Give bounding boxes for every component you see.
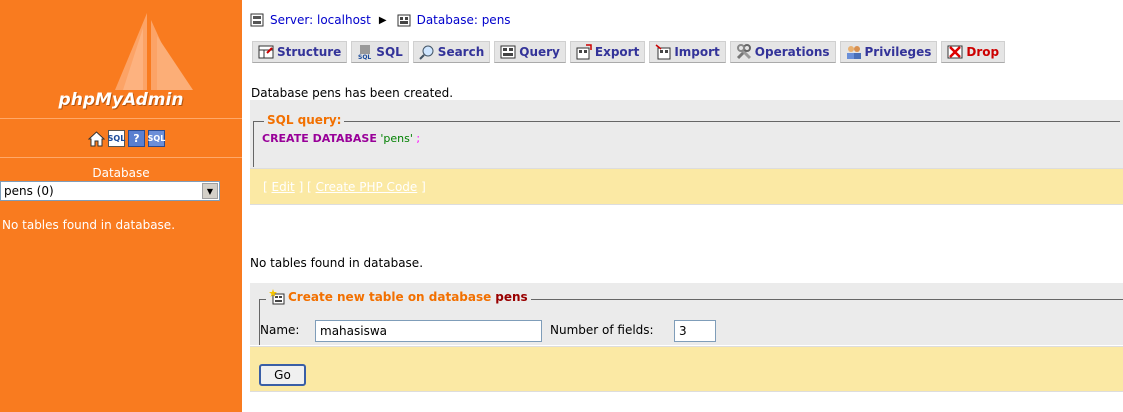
sql-action-links: [ Edit ] [ Create PHP Code ] bbox=[263, 180, 426, 194]
edit-link[interactable]: Edit bbox=[272, 180, 295, 194]
database-select-value: pens (0) bbox=[4, 184, 54, 198]
database-label: Database bbox=[92, 166, 150, 180]
divider bbox=[0, 157, 242, 158]
sql-window-icon[interactable]: SQL bbox=[148, 130, 165, 147]
tab-sql[interactable]: SQL SQL bbox=[351, 41, 409, 63]
tab-query[interactable]: Query bbox=[494, 41, 566, 63]
tab-label: Query bbox=[519, 45, 560, 59]
chevron-down-icon[interactable]: ▼ bbox=[202, 183, 218, 199]
create-php-code-link[interactable]: Create PHP Code bbox=[316, 180, 418, 194]
sql-terminator: ; bbox=[416, 132, 421, 145]
navigation-frame: phpMyAdmin SQL ? SQL Database pens (0) ▼… bbox=[0, 0, 242, 412]
database-select[interactable]: pens (0) ▼ bbox=[0, 181, 220, 201]
fieldset-border bbox=[253, 121, 1120, 122]
logo-text: phpMyAdmin bbox=[58, 90, 184, 110]
logo[interactable]: phpMyAdmin bbox=[0, 0, 242, 118]
breadcrumb-separator-icon: ▶ bbox=[378, 14, 387, 26]
operations-icon bbox=[736, 44, 751, 60]
svg-text:SQL: SQL bbox=[358, 54, 371, 60]
sql-keyword: CREATE DATABASE bbox=[262, 132, 377, 145]
tab-privileges[interactable]: Privileges bbox=[839, 41, 938, 63]
tab-label: Privileges bbox=[864, 45, 932, 59]
sql-icon[interactable]: SQL bbox=[108, 130, 125, 147]
tab-operations[interactable]: Operations bbox=[729, 41, 836, 63]
form-actions-bar: Go bbox=[250, 346, 1123, 392]
tab-import[interactable]: Import bbox=[649, 41, 726, 63]
tab-label: Search bbox=[437, 45, 485, 59]
tab-structure[interactable]: Structure bbox=[252, 41, 348, 63]
help-icon[interactable]: ? bbox=[128, 130, 145, 147]
breadcrumb-database[interactable]: Database: pens bbox=[417, 13, 511, 27]
sidebar-message: No tables found in database. bbox=[2, 218, 176, 232]
search-icon bbox=[419, 45, 434, 60]
server-icon bbox=[250, 13, 264, 27]
drop-icon bbox=[947, 45, 963, 59]
breadcrumb-server[interactable]: Server: localhost bbox=[270, 13, 371, 27]
quick-links: SQL ? SQL bbox=[88, 130, 165, 147]
tab-drop[interactable]: Drop bbox=[941, 41, 1006, 63]
table-name-label: Name: bbox=[260, 323, 300, 337]
fieldset-border bbox=[259, 299, 260, 345]
tab-label: Structure bbox=[277, 45, 342, 59]
divider bbox=[0, 118, 242, 119]
sql-actions-bar: [ Edit ] [ Create PHP Code ] bbox=[250, 168, 1123, 205]
export-icon bbox=[576, 44, 592, 60]
sql-query-legend: SQL query: bbox=[264, 113, 345, 127]
number-of-fields-label: Number of fields: bbox=[550, 323, 654, 337]
tab-label: Drop bbox=[966, 45, 1000, 59]
no-tables-message: No tables found in database. bbox=[250, 256, 424, 270]
home-icon[interactable] bbox=[88, 130, 105, 147]
create-table-legend: Create new table on database pens bbox=[266, 289, 531, 305]
number-of-fields-input[interactable] bbox=[674, 320, 716, 342]
tab-label: Operations bbox=[754, 45, 830, 59]
import-icon bbox=[655, 44, 671, 60]
tab-search[interactable]: Search bbox=[412, 41, 491, 63]
breadcrumb: Server: localhost ▶ Database: pens bbox=[250, 13, 511, 27]
sql-query-text: CREATE DATABASE 'pens' ; bbox=[262, 132, 420, 145]
tab-label: Import bbox=[674, 45, 720, 59]
database-icon bbox=[397, 14, 411, 27]
tab-label: Export bbox=[594, 45, 640, 59]
content-frame: Server: localhost ▶ Database: pens Struc… bbox=[242, 0, 1123, 412]
create-table-form: Create new table on database pens Name: … bbox=[250, 283, 1123, 345]
query-icon bbox=[500, 45, 516, 59]
tab-bar: Structure SQL SQL Search Query Export Im… bbox=[252, 41, 1009, 63]
table-name-input[interactable] bbox=[315, 320, 542, 342]
go-button[interactable]: Go bbox=[259, 364, 306, 386]
tab-label: SQL bbox=[376, 45, 403, 59]
sql-query-box: SQL query: CREATE DATABASE 'pens' ; bbox=[250, 100, 1123, 168]
sql-string: 'pens' bbox=[380, 132, 413, 145]
structure-icon bbox=[258, 45, 274, 59]
tab-export[interactable]: Export bbox=[569, 41, 646, 63]
fieldset-border bbox=[253, 121, 254, 167]
sql-icon: SQL bbox=[358, 45, 372, 60]
success-message: Database pens has been created. bbox=[251, 86, 454, 100]
sailboat-logo-icon bbox=[115, 13, 193, 90]
create-table-database-name: pens bbox=[495, 290, 528, 304]
new-table-icon bbox=[269, 289, 285, 305]
privileges-icon bbox=[846, 46, 861, 59]
create-table-legend-text: Create new table on database bbox=[288, 290, 492, 304]
